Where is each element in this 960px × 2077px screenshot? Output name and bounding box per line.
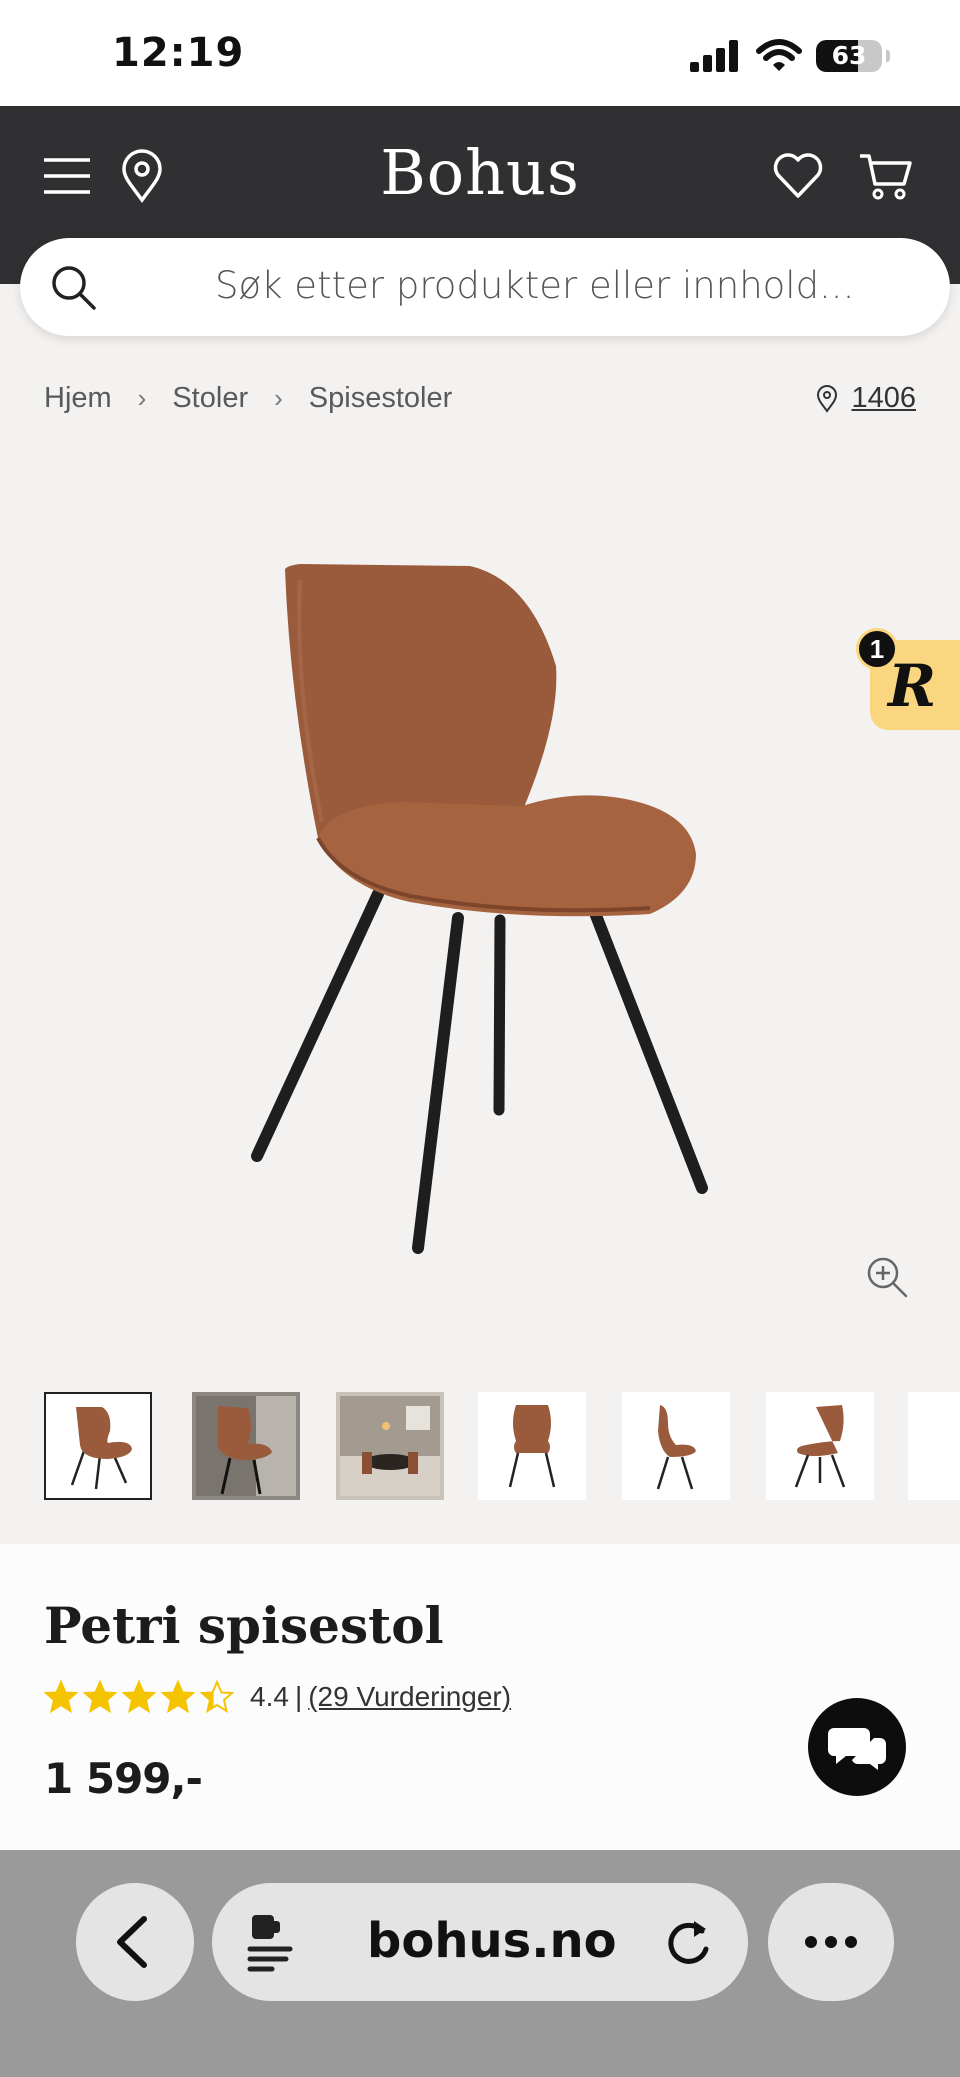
rewards-letter: R xyxy=(888,652,937,720)
chevron-right-icon: › xyxy=(137,383,147,413)
chair-thumbnail-icon xyxy=(508,1405,556,1488)
thumbnail-6[interactable] xyxy=(766,1392,874,1500)
page-settings-icon xyxy=(247,1915,293,1972)
product-price: 1 599,- xyxy=(44,1754,203,1803)
store-selector[interactable]: 1406 xyxy=(815,382,916,415)
chevron-left-icon xyxy=(117,1916,147,1968)
battery-icon: 63 xyxy=(816,40,882,72)
product-title: Petri spisestol xyxy=(44,1596,444,1655)
chat-bubbles-icon xyxy=(828,1728,886,1770)
status-bar: 12:19 63 xyxy=(0,0,960,106)
battery-percentage: 63 xyxy=(831,41,867,70)
star-icon xyxy=(122,1680,156,1714)
star-icon xyxy=(83,1680,117,1714)
cart-icon[interactable] xyxy=(858,148,914,204)
breadcrumb-home[interactable]: Hjem xyxy=(44,382,112,415)
star-rating xyxy=(44,1680,234,1714)
search-input[interactable]: Søk etter produkter eller innhold... xyxy=(215,264,854,307)
thumbnail-2[interactable] xyxy=(192,1392,300,1500)
cellular-signal-icon xyxy=(690,40,738,72)
thumbnail-5[interactable] xyxy=(622,1392,730,1500)
star-icon xyxy=(200,1680,234,1714)
thumbnail-7[interactable] xyxy=(908,1392,960,1500)
chair-thumbnail-icon xyxy=(196,1396,296,1496)
breadcrumb-chairs[interactable]: Stoler xyxy=(172,382,248,415)
status-time: 12:19 xyxy=(112,30,245,76)
thumbnail-3[interactable] xyxy=(336,1392,444,1500)
chair-thumbnail-icon xyxy=(794,1405,846,1488)
back-button[interactable] xyxy=(76,1883,194,2001)
search-icon xyxy=(52,266,96,310)
thumbnail-strip[interactable] xyxy=(44,1392,960,1500)
store-number[interactable]: 1406 xyxy=(851,382,916,415)
dining-room-thumbnail-icon xyxy=(340,1396,440,1496)
breadcrumb: Hjem › Stoler › Spisestoler xyxy=(44,382,452,415)
address-bar[interactable]: bohus.no xyxy=(212,1883,748,2001)
url-text[interactable]: bohus.no xyxy=(367,1913,617,1969)
status-icons: 63 xyxy=(690,36,890,76)
thumbnail-1[interactable] xyxy=(44,1392,152,1500)
product-rating: 4.4 | (29 Vurderinger) xyxy=(44,1680,511,1714)
wishlist-heart-icon[interactable] xyxy=(770,148,826,204)
reload-icon[interactable] xyxy=(662,1915,716,1969)
reviews-link[interactable]: (29 Vurderinger) xyxy=(308,1681,511,1713)
rating-separator: | xyxy=(294,1681,303,1712)
chevron-right-icon: › xyxy=(274,383,283,413)
more-options-button[interactable] xyxy=(768,1883,894,2001)
browser-toolbar: bohus.no xyxy=(0,1850,960,2077)
zoom-in-icon[interactable] xyxy=(864,1254,910,1300)
chair-thumbnail-icon xyxy=(70,1407,132,1490)
star-icon xyxy=(44,1680,78,1714)
ellipsis-icon xyxy=(805,1936,857,1948)
location-pin-icon xyxy=(817,384,838,413)
rewards-count-badge: 1 xyxy=(856,628,898,670)
wifi-icon xyxy=(756,39,802,71)
product-main-image[interactable] xyxy=(0,450,960,1350)
chair-illustration xyxy=(251,564,708,1254)
chat-button[interactable] xyxy=(808,1698,906,1796)
breadcrumb-dining-chairs[interactable]: Spisestoler xyxy=(309,382,452,415)
thumbnail-4[interactable] xyxy=(478,1392,586,1500)
star-icon xyxy=(161,1680,195,1714)
battery-cap xyxy=(886,50,890,62)
search-bar[interactable]: Søk etter produkter eller innhold... xyxy=(20,238,950,336)
product-info: Petri spisestol 4.4 | (29 Vurderinger) 1… xyxy=(0,1544,960,1850)
chair-thumbnail-icon xyxy=(656,1405,696,1490)
rating-score: 4.4 xyxy=(250,1681,289,1712)
